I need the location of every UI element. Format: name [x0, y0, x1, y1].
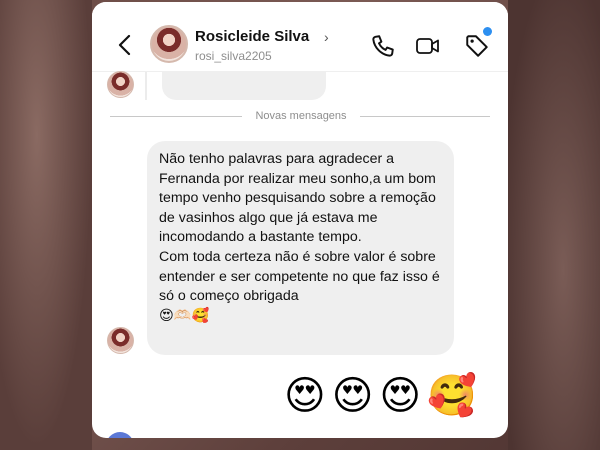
divider-line: [360, 116, 490, 117]
chat-window: Rosicleide Silva › rosi_silva2205 Novas …: [92, 2, 508, 438]
message-paragraph-2: Com toda certeza não é sobre valor é sob…: [159, 248, 440, 305]
contact-handle: rosi_silva2205: [195, 49, 272, 63]
previous-message-bubble[interactable]: [162, 72, 326, 100]
partial-avatar: [106, 432, 134, 438]
background-right: [508, 0, 600, 450]
background-left: [0, 0, 92, 450]
heart-eyes-emoji: 😍: [379, 374, 422, 418]
message-bubble[interactable]: Não tenho palavras para agradecer a Fern…: [147, 141, 454, 355]
chevron-right-icon[interactable]: ›: [324, 29, 329, 45]
avatar: [107, 71, 134, 98]
message-emojis: 😍🫶🏻🥰: [159, 307, 210, 324]
message-paragraph-1: Não tenho palavras para agradecer a Fern…: [159, 151, 436, 246]
avatar: [107, 327, 134, 354]
video-camera-icon[interactable]: [415, 33, 441, 59]
reply-line: [145, 72, 147, 100]
chat-header: Rosicleide Silva › rosi_silva2205: [92, 2, 508, 72]
smiling-hearts-emoji: 🥰: [427, 374, 477, 418]
avatar[interactable]: [150, 25, 188, 63]
contact-name[interactable]: Rosicleide Silva: [195, 28, 309, 45]
notification-dot: [483, 27, 492, 36]
tag-icon[interactable]: [464, 33, 490, 59]
new-messages-divider: Novas mensagens: [255, 110, 347, 122]
emoji-message[interactable]: 😍 😍 😍 🥰: [284, 370, 477, 422]
phone-icon[interactable]: [370, 33, 396, 59]
heart-eyes-emoji: 😍: [284, 374, 326, 418]
divider-line: [110, 116, 242, 117]
heart-eyes-emoji: 😍: [331, 374, 374, 418]
back-arrow-icon[interactable]: [116, 33, 134, 57]
